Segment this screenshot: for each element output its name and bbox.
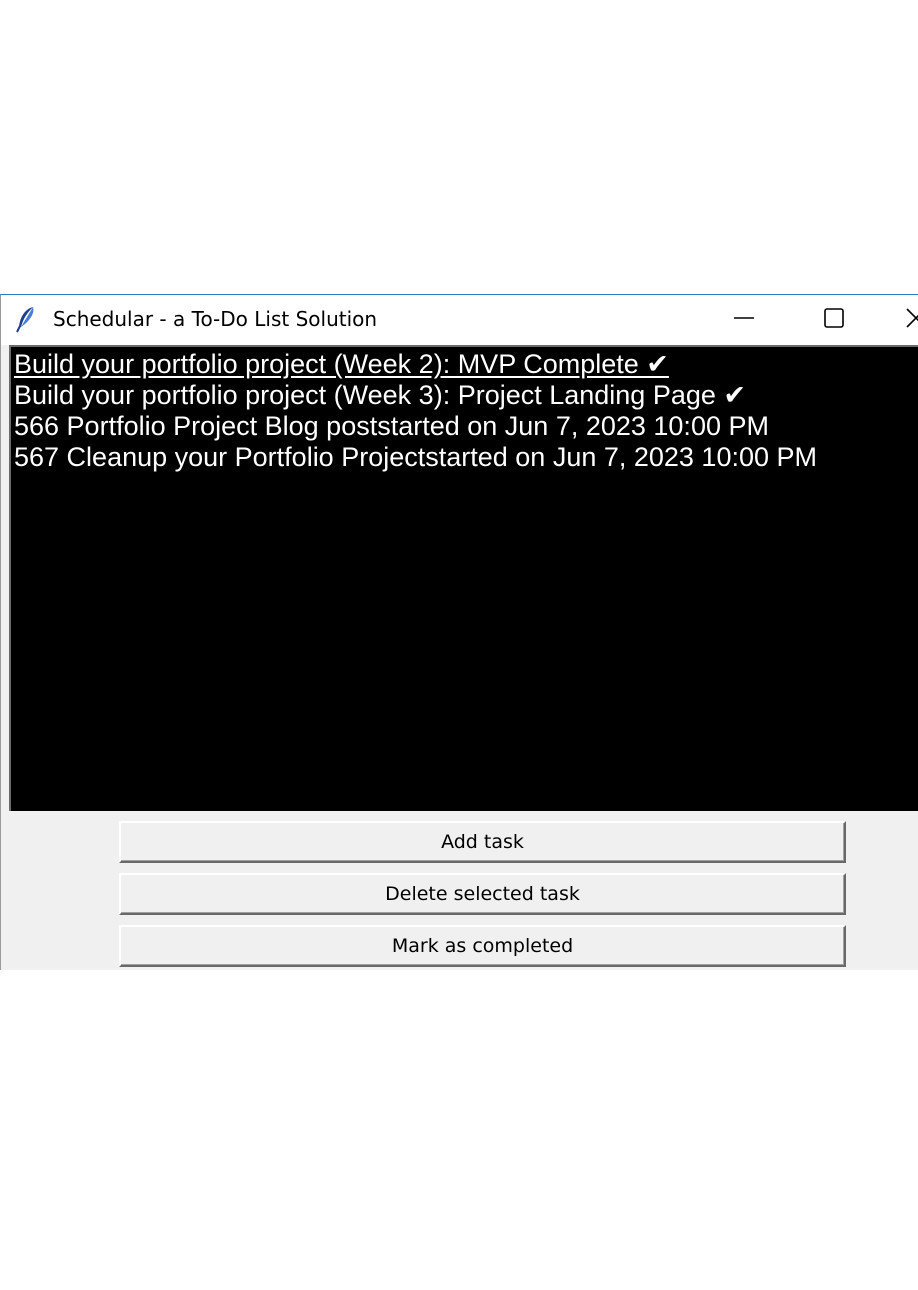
- minimize-icon: [733, 307, 755, 333]
- task-list-item[interactable]: Build your portfolio project (Week 2): M…: [14, 349, 669, 380]
- close-button[interactable]: [881, 295, 918, 345]
- mark-completed-button[interactable]: Mark as completed: [119, 925, 846, 967]
- title-bar[interactable]: Schedular - a To-Do List Solution: [1, 295, 918, 345]
- task-list-item[interactable]: 566 Portfolio Project Blog poststarted o…: [14, 411, 769, 442]
- add-task-button[interactable]: Add task: [119, 821, 846, 863]
- maximize-icon: [823, 307, 845, 333]
- window-title: Schedular - a To-Do List Solution: [53, 307, 378, 331]
- feather-icon: [13, 305, 39, 333]
- close-icon: [905, 307, 918, 333]
- app-window: Schedular - a To-Do List Solution Build …: [0, 294, 918, 970]
- maximize-button[interactable]: [799, 295, 869, 345]
- delete-task-button[interactable]: Delete selected task: [119, 873, 846, 915]
- task-list-item[interactable]: 567 Cleanup your Portfolio Projectstarte…: [14, 442, 817, 473]
- task-list-item[interactable]: Build your portfolio project (Week 3): P…: [14, 380, 746, 411]
- minimize-button[interactable]: [709, 295, 779, 345]
- task-listbox[interactable]: Build your portfolio project (Week 2): M…: [9, 345, 918, 811]
